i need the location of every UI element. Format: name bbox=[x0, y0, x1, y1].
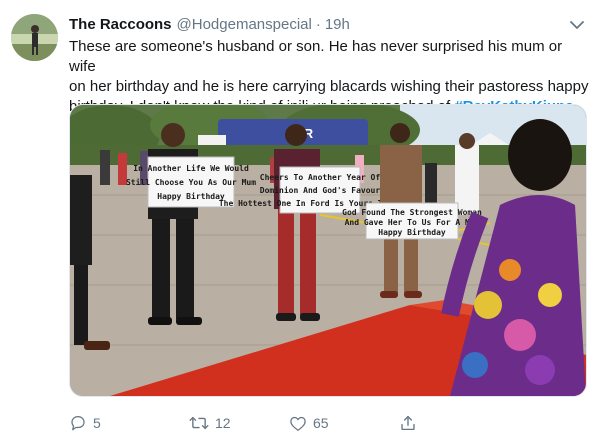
tweet-card[interactable]: The Raccoons @Hodgemanspecial · 19h Thes… bbox=[0, 0, 598, 447]
avatar-image bbox=[11, 14, 58, 61]
share-button[interactable] bbox=[399, 414, 439, 432]
tweet-text-line: These are someone's husband or son. He h… bbox=[69, 38, 563, 75]
reply-button[interactable]: 5 bbox=[69, 414, 189, 432]
timestamp[interactable]: 19h bbox=[325, 16, 350, 33]
sign-1-line: In Another Life We Would bbox=[133, 163, 249, 173]
avatar[interactable] bbox=[11, 14, 58, 61]
like-button[interactable]: 65 bbox=[289, 415, 399, 432]
retweet-count: 12 bbox=[215, 415, 231, 431]
user-handle[interactable]: @Hodgemanspecial bbox=[177, 16, 312, 33]
share-icon bbox=[401, 415, 415, 431]
sign-3-line: God Found The Strongest Woman bbox=[342, 208, 482, 217]
photo-scene: CHR bbox=[70, 105, 586, 396]
like-icon bbox=[290, 416, 306, 431]
chevron-down-icon bbox=[570, 20, 584, 29]
sign-3-line: And Gave Her To Us For A Mum bbox=[345, 218, 480, 227]
retweet-icon bbox=[189, 416, 209, 430]
tweet-actions: 5 12 65 bbox=[69, 410, 549, 436]
reply-count: 5 bbox=[93, 415, 101, 431]
tweet-photo[interactable]: CHR bbox=[69, 104, 587, 397]
tweet-header: The Raccoons @Hodgemanspecial · 19h bbox=[69, 14, 568, 34]
tweet-text-line: on her birthday and he is here carrying … bbox=[69, 78, 589, 95]
sign-1-line: Still Choose You As Our Mum bbox=[126, 177, 256, 187]
sign-2-line: Dominion And God's Favour bbox=[260, 185, 381, 195]
retweet-button[interactable]: 12 bbox=[189, 414, 289, 432]
separator: · bbox=[315, 15, 321, 33]
sign-1-line: Happy Birthday bbox=[157, 191, 225, 201]
display-name[interactable]: The Raccoons bbox=[69, 16, 172, 33]
sign-3-line: Happy Birthday bbox=[378, 227, 446, 237]
like-count: 65 bbox=[313, 415, 329, 431]
more-options-button[interactable] bbox=[568, 16, 586, 34]
sign-2-line: Cheers To Another Year Of bbox=[260, 173, 381, 182]
reply-icon bbox=[71, 415, 85, 431]
